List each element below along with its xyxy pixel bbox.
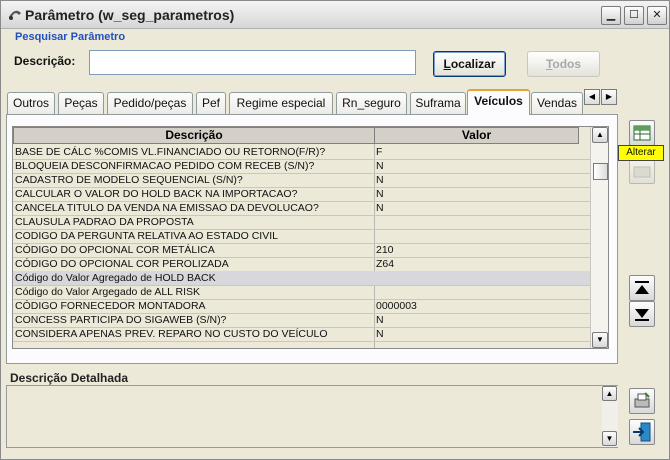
cell-descricao: BLOQUEIA DESCONFIRMACAO PEDIDO COM RECEB… xyxy=(15,160,315,172)
cell-descricao: CONSIDERA APENAS PREV. REPARO NO CUSTO D… xyxy=(15,328,328,340)
alterar-tooltip: Alterar xyxy=(618,145,664,161)
cell-valor[interactable]: N xyxy=(376,187,576,201)
tab-vendas[interactable]: Vendas xyxy=(531,92,583,114)
parameters-grid[interactable]: Descrição Valor BASE DE CÁLC %COMIS VL.F… xyxy=(12,126,609,349)
move-bottom-icon[interactable] xyxy=(629,301,655,327)
table-row[interactable]: CODIGO DA PERGUNTA RELATIVA AO ESTADO CI… xyxy=(13,229,590,243)
tab-veiculos[interactable]: Veículos xyxy=(467,89,530,115)
tab-regime-especial[interactable]: Regime especial xyxy=(229,92,333,114)
cell-valor[interactable]: 210 xyxy=(376,243,576,257)
todos-button[interactable]: Todos xyxy=(527,51,600,77)
scroll-up-icon[interactable]: ▲ xyxy=(592,127,608,143)
cell-descricao: CODIGO DA PERGUNTA RELATIVA AO ESTADO CI… xyxy=(15,230,278,242)
main-window: Parâmetro (w_seg_parametros) ▁ ☐ ✕ Pesqu… xyxy=(0,0,670,460)
exit-icon[interactable] xyxy=(629,419,655,445)
tab-outros[interactable]: Outros xyxy=(7,92,55,114)
cell-valor[interactable]: N xyxy=(376,159,576,173)
table-row[interactable]: Código do Valor Agregado de HOLD BACK xyxy=(13,271,590,285)
app-icon xyxy=(7,7,23,21)
table-row[interactable]: CÓDIGO DO OPCIONAL COR METÁLICA 210 xyxy=(13,243,590,257)
description-search-input[interactable] xyxy=(89,50,416,75)
table-row[interactable]: CADASTRO DE MODELO SEQUENCIAL (S/N)? N xyxy=(13,173,590,187)
print-icon[interactable] xyxy=(629,388,655,414)
cell-valor[interactable]: F xyxy=(376,145,576,159)
scroll-down-icon[interactable]: ▼ xyxy=(592,332,608,348)
cell-descricao: CADASTRO DE MODELO SEQUENCIAL (S/N)? xyxy=(15,174,243,186)
table-row[interactable]: BASE DE CÁLC %COMIS VL.FINANCIADO OU RET… xyxy=(13,145,590,159)
detail-scroll-down-icon[interactable]: ▼ xyxy=(602,431,617,446)
cell-valor[interactable]: Z64 xyxy=(376,257,576,271)
table-row[interactable]: CLAUSULA PADRAO DA PROPOSTA xyxy=(13,215,590,229)
cell-descricao: CLAUSULA PADRAO DA PROPOSTA xyxy=(15,216,194,228)
tab-pedido-pecas[interactable]: Pedido/peças xyxy=(107,92,193,114)
table-row[interactable]: CÓDIGO FORNECEDOR MONTADORA 0000003 xyxy=(13,299,590,313)
cell-descricao: CÓDIGO DO OPCIONAL COR PEROLIZADA xyxy=(15,258,229,270)
maximize-button[interactable]: ☐ xyxy=(624,6,644,25)
cell-valor[interactable]: N xyxy=(376,201,576,215)
tab-scroll-right-icon[interactable]: ▶ xyxy=(601,89,617,105)
cell-descricao: Código do Valor Agregado de HOLD BACK xyxy=(15,272,216,284)
cell-descricao: CONCESS PARTICIPA DO SIGAWEB (S/N)? xyxy=(15,314,227,326)
table-row[interactable]: Código do Valor Argegado de ALL RISK xyxy=(13,285,590,299)
row-divider xyxy=(13,341,590,342)
detail-scrollbar[interactable]: ▲ ▼ xyxy=(602,386,618,447)
cell-descricao: CÓDIGO FORNECEDOR MONTADORA xyxy=(15,300,206,312)
search-section-label: Pesquisar Parâmetro xyxy=(15,31,126,43)
cell-descricao: CALCULAR O VALOR DO HOLD BACK NA IMPORTA… xyxy=(15,188,298,200)
scroll-thumb[interactable] xyxy=(593,163,608,180)
disabled-action-icon xyxy=(629,158,655,184)
cell-descricao: CANCELA TITULO DA VENDA NA EMISSAO DA DE… xyxy=(15,202,319,214)
tab-pef[interactable]: Pef xyxy=(196,92,226,114)
window-title: Parâmetro (w_seg_parametros) xyxy=(25,7,235,23)
description-label: Descrição: xyxy=(14,54,76,68)
table-row[interactable]: BLOQUEIA DESCONFIRMACAO PEDIDO COM RECEB… xyxy=(13,159,590,173)
cell-descricao: BASE DE CÁLC %COMIS VL.FINANCIADO OU RET… xyxy=(15,146,326,158)
table-row[interactable]: CONCESS PARTICIPA DO SIGAWEB (S/N)? N xyxy=(13,313,590,327)
cell-valor[interactable]: N xyxy=(376,173,576,187)
table-row[interactable]: CÓDIGO DO OPCIONAL COR PEROLIZADA Z64 xyxy=(13,257,590,271)
detail-scroll-up-icon[interactable]: ▲ xyxy=(602,386,617,401)
column-header-valor[interactable]: Valor xyxy=(374,127,579,144)
todos-label: odos xyxy=(552,57,582,71)
localizar-hotkey: L xyxy=(443,57,451,71)
edit-grid-icon[interactable] xyxy=(629,120,655,146)
tab-suframa[interactable]: Suframa xyxy=(410,92,466,114)
cell-descricao: CÓDIGO DO OPCIONAL COR METÁLICA xyxy=(15,244,215,256)
grid-header: Descrição Valor xyxy=(13,127,590,144)
localizar-button[interactable]: Localizar xyxy=(433,51,506,77)
close-button[interactable]: ✕ xyxy=(647,6,667,25)
detail-description-box: ▲ ▼ xyxy=(6,385,618,448)
table-row[interactable]: CALCULAR O VALOR DO HOLD BACK NA IMPORTA… xyxy=(13,187,590,201)
cell-descricao: Código do Valor Argegado de ALL RISK xyxy=(15,286,201,298)
detail-description-textarea[interactable] xyxy=(8,387,600,446)
cell-valor[interactable]: N xyxy=(376,313,576,327)
cell-valor[interactable]: N xyxy=(376,327,576,341)
tab-rn-seguro[interactable]: Rn_seguro xyxy=(336,92,407,114)
column-header-descricao[interactable]: Descrição xyxy=(13,127,375,144)
title-bar[interactable]: Parâmetro (w_seg_parametros) ▁ ☐ ✕ xyxy=(1,1,669,29)
cell-valor[interactable]: 0000003 xyxy=(376,299,576,313)
minimize-button[interactable]: ▁ xyxy=(601,6,621,25)
table-row[interactable]: CONSIDERA APENAS PREV. REPARO NO CUSTO D… xyxy=(13,327,590,341)
move-top-icon[interactable] xyxy=(629,275,655,301)
table-row[interactable]: CANCELA TITULO DA VENDA NA EMISSAO DA DE… xyxy=(13,201,590,215)
localizar-label: ocalizar xyxy=(450,57,496,71)
tab-pecas[interactable]: Peças xyxy=(58,92,104,114)
detail-description-label: Descrição Detalhada xyxy=(10,371,129,385)
grid-vertical-scrollbar[interactable]: ▲ ▼ xyxy=(590,127,608,348)
tab-scroll-left-icon[interactable]: ◀ xyxy=(584,89,600,105)
